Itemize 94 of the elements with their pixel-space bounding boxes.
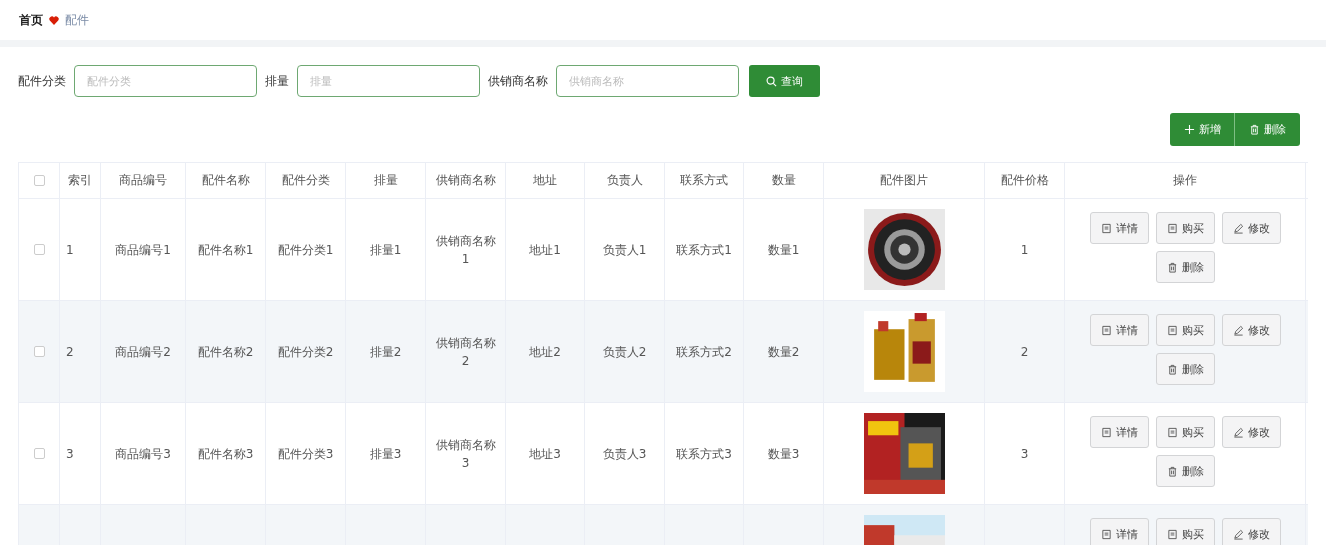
trash-icon (1166, 261, 1178, 273)
table-cell-text: 配件分类3 (277, 445, 334, 463)
action-button[interactable]: 购买 (1155, 212, 1215, 244)
table-cell-text: 排量3 (369, 445, 402, 463)
filter-label: 排量 (265, 72, 289, 90)
action-button[interactable]: 详情 (1089, 212, 1149, 244)
table-cell-text: 排量2 (369, 343, 402, 361)
document-icon (1166, 324, 1178, 336)
table-cell-text: 地址3 (529, 445, 561, 463)
action-button[interactable]: 修改 (1221, 212, 1281, 244)
search-icon (766, 75, 777, 87)
action-button[interactable]: 修改 (1221, 314, 1281, 346)
table-cell-text: 商品编号3 (115, 445, 171, 463)
search-button[interactable]: 查询 (749, 65, 820, 97)
document-icon (1166, 426, 1178, 438)
checkbox[interactable] (33, 175, 45, 186)
column-header: 排量 (373, 172, 398, 189)
column-header: 负责人 (606, 172, 643, 189)
action-button[interactable]: 购买 (1155, 416, 1215, 448)
table-cell-text: 配件名称2 (197, 343, 254, 361)
table-cell-text: 3 (66, 445, 74, 463)
trash-icon (1249, 124, 1260, 135)
breadcrumb-current: 配件 (65, 11, 89, 29)
table-cell-text: 供销商名称2 (434, 334, 497, 370)
table-cell-text: 3 (1020, 445, 1029, 463)
column-header: 索引 (68, 172, 92, 189)
action-button[interactable]: 详情 (1089, 314, 1149, 346)
table-cell-text: 供销商名称1 (434, 232, 497, 268)
table-cell-text: 商品编号2 (115, 343, 171, 361)
document-icon (1166, 222, 1178, 234)
table-cell-text: 1 (66, 241, 74, 259)
plus-icon (1183, 124, 1195, 135)
table-cell-text: 联系方式3 (676, 445, 732, 463)
table-cell-text: 负责人3 (602, 445, 647, 463)
table-cell-text: 配件分类2 (277, 343, 334, 361)
table-cell-text: 数量2 (767, 343, 800, 361)
column-header: 数量 (771, 172, 796, 189)
filter-label: 供销商名称 (488, 72, 548, 90)
table-cell-text: 1 (1020, 241, 1029, 259)
table-cell-text: 2 (66, 343, 74, 361)
action-button[interactable]: 修改 (1221, 416, 1281, 448)
table-cell-text: 地址1 (529, 241, 561, 259)
table-cell-text: 排量1 (369, 241, 402, 259)
filter-label: 配件分类 (18, 72, 66, 90)
checkbox[interactable] (33, 346, 45, 357)
column-header: 地址 (533, 172, 557, 189)
table-cell-text: 联系方式2 (676, 343, 732, 361)
document-icon (1166, 528, 1178, 540)
column-header: 商品编号 (119, 172, 167, 189)
column-header: 配件分类 (281, 172, 330, 189)
table-cell-text: 数量3 (767, 445, 800, 463)
table-cell-text: 数量1 (767, 241, 800, 259)
delete-button[interactable]: 删除 (1235, 113, 1300, 146)
column-header: 配件图片 (880, 172, 928, 189)
column-header: 操作 (1173, 172, 1197, 189)
breadcrumb-home[interactable]: 首页 (19, 11, 43, 29)
table-cell-text: 地址2 (529, 343, 561, 361)
pencil-icon (1232, 528, 1244, 540)
filter-field[interactable]: 供销商名称 (556, 65, 739, 97)
column-header: 供销商名称 (435, 172, 496, 189)
document-icon (1100, 426, 1112, 438)
table-cell-text: 配件名称1 (197, 241, 254, 259)
pencil-icon (1232, 324, 1244, 336)
table-cell-text: 2 (1020, 343, 1029, 361)
filter-field[interactable]: 配件分类 (74, 65, 257, 97)
pencil-icon (1232, 426, 1244, 438)
column-header: 联系方式 (680, 172, 728, 189)
document-icon (1100, 528, 1112, 540)
action-button[interactable]: 详情 (1089, 518, 1149, 545)
table-cell-text: 商品编号1 (115, 241, 171, 259)
trash-icon (1166, 363, 1178, 375)
action-button[interactable]: 详情 (1089, 416, 1149, 448)
table-cell-text: 配件名称3 (197, 445, 254, 463)
action-button[interactable]: 删除 (1155, 455, 1215, 487)
add-button[interactable]: 新增 (1170, 113, 1235, 146)
trash-icon (1166, 465, 1178, 477)
column-header: 配件名称 (201, 172, 250, 189)
table-cell-text: 负责人2 (602, 343, 647, 361)
document-icon (1100, 324, 1112, 336)
document-icon (1100, 222, 1112, 234)
table-cell-text: 配件分类1 (277, 241, 334, 259)
action-button[interactable]: 修改 (1221, 518, 1281, 545)
table-cell-text: 联系方式1 (676, 241, 732, 259)
action-button[interactable]: 购买 (1155, 314, 1215, 346)
checkbox[interactable] (33, 244, 45, 255)
pencil-icon (1232, 222, 1244, 234)
table-cell-text: 负责人1 (602, 241, 647, 259)
table-cell-text: 供销商名称3 (434, 436, 497, 472)
heart-icon (49, 15, 59, 25)
action-button[interactable]: 删除 (1155, 353, 1215, 385)
column-header: 配件价格 (1000, 172, 1049, 189)
action-button[interactable]: 购买 (1155, 518, 1215, 545)
checkbox[interactable] (33, 448, 45, 459)
action-button[interactable]: 删除 (1155, 251, 1215, 283)
